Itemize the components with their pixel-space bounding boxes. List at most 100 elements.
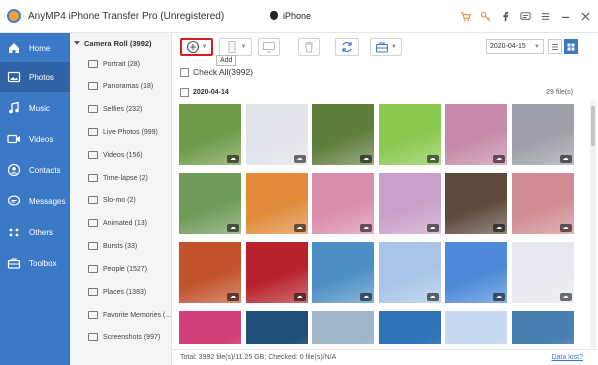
nav-label: Photos <box>29 72 54 82</box>
icloud-icon: ☁ <box>559 293 572 301</box>
nav-item-others[interactable]: Others <box>0 217 70 247</box>
album-item-time-lapse[interactable]: Time-lapse (2) <box>88 170 171 186</box>
export-to-pc-button[interactable] <box>258 38 280 56</box>
date-group-checkbox[interactable] <box>180 88 189 97</box>
camera-roll-header[interactable]: Camera Roll (3992) <box>70 33 171 53</box>
photo-thumbnail[interactable]: ☁ <box>245 173 308 234</box>
nav-item-photos[interactable]: Photos <box>0 62 70 92</box>
album-item-selfies[interactable]: Selfies (232) <box>88 101 171 117</box>
add-button[interactable]: ▼ <box>180 38 213 56</box>
nav-item-home[interactable]: Home <box>0 33 70 63</box>
photo-thumbnail[interactable]: ☁ <box>179 173 241 234</box>
album-item-portrait[interactable]: Portrait (28) <box>88 56 171 72</box>
photo-thumbnail[interactable]: ☁ <box>445 104 507 165</box>
status-bar: Total: 3992 file(s)/11.25 GB; Checked: 0… <box>172 349 598 365</box>
icloud-icon: ☁ <box>293 224 306 232</box>
photo-thumbnail[interactable]: ☁ <box>511 242 574 303</box>
nav-label: Videos <box>29 134 54 144</box>
nav-item-contacts[interactable]: Contacts <box>0 155 70 185</box>
device-name: iPhone <box>283 11 312 21</box>
photo-thumbnail[interactable] <box>245 311 308 344</box>
album-item-videos[interactable]: Videos (156) <box>88 147 171 163</box>
photo-thumbnail[interactable]: ☁ <box>378 173 441 234</box>
phone-export-icon <box>227 40 236 54</box>
photo-thumbnail[interactable]: ☁ <box>245 242 308 303</box>
animated-album-icon <box>88 219 98 227</box>
scrollbar-thumb[interactable] <box>591 106 595 146</box>
photo-thumbnail[interactable] <box>179 311 241 344</box>
album-label: Slo-mo (2) <box>103 196 136 204</box>
photo-thumbnail[interactable]: ☁ <box>179 242 241 303</box>
cart-icon[interactable] <box>458 9 472 23</box>
photo-thumbnail[interactable]: ☁ <box>179 104 241 165</box>
photo-thumbnail[interactable]: ☁ <box>312 173 374 234</box>
export-to-device-button[interactable]: ▼ <box>219 38 252 56</box>
data-lost-link[interactable]: Data lost? <box>551 354 583 361</box>
menu-icon[interactable] <box>538 9 552 23</box>
photo-thumbnail[interactable]: ☁ <box>378 242 441 303</box>
icloud-icon: ☁ <box>493 224 505 232</box>
key-icon[interactable] <box>478 9 492 23</box>
others-icon <box>7 225 21 239</box>
grid-view-button[interactable] <box>564 39 578 54</box>
icloud-icon: ☁ <box>360 155 372 163</box>
facebook-icon[interactable] <box>498 9 512 23</box>
album-label: Favorite Memories (... <box>103 311 172 319</box>
photo-thumbnail[interactable]: ☁ <box>378 104 441 165</box>
album-item-favorite-memories[interactable]: Favorite Memories (... <box>88 307 172 323</box>
photo-thumbnail[interactable]: ☁ <box>445 242 507 303</box>
photo-thumbnail[interactable]: ☁ <box>312 242 374 303</box>
contacts-icon <box>7 163 21 177</box>
album-label: Places (1383) <box>103 288 147 296</box>
check-all-label: Check All(3992) <box>193 67 254 77</box>
camera-roll-label: Camera Roll (3992) <box>84 38 152 48</box>
chat-icon[interactable] <box>518 9 532 23</box>
album-item-places[interactable]: Places (1383) <box>88 284 171 300</box>
collapse-arrow-icon <box>74 41 80 45</box>
trash-icon <box>305 41 313 53</box>
delete-button[interactable] <box>298 38 320 56</box>
icloud-icon: ☁ <box>227 224 239 232</box>
live-photo-album-icon <box>88 128 98 136</box>
album-item-screenshots[interactable]: Screenshots (997) <box>88 329 171 345</box>
nav-item-videos[interactable]: Videos <box>0 124 70 154</box>
album-item-panoramas[interactable]: Panoramas (18) <box>88 78 171 94</box>
refresh-button[interactable] <box>335 38 359 56</box>
icloud-icon: ☁ <box>559 155 572 163</box>
photo-thumbnail[interactable]: ☁ <box>511 104 574 165</box>
photo-thumbnail[interactable]: ☁ <box>245 104 308 165</box>
check-all-checkbox[interactable] <box>180 67 189 77</box>
date-group-label: 2020-04-14 <box>193 89 229 96</box>
nav-item-music[interactable]: Music <box>0 93 70 123</box>
photo-thumbnail[interactable]: ☁ <box>312 104 374 165</box>
album-item-animated[interactable]: Animated (13) <box>88 215 171 231</box>
video-album-icon <box>88 151 98 159</box>
photos-icon <box>7 70 21 84</box>
photo-thumbnail[interactable] <box>378 311 441 344</box>
home-icon <box>7 41 21 55</box>
minimize-icon[interactable] <box>558 9 572 23</box>
list-view-button[interactable] <box>548 39 562 54</box>
check-all[interactable]: Check All(3992) <box>180 67 253 77</box>
photo-grid: ☁ ☁ ☁ ☁ ☁ ☁ ☁ ☁ ☁ ☁ ☁ ☁ ☁ ☁ ☁ ☁ ☁ ☁ <box>179 104 579 344</box>
vertical-scrollbar[interactable] <box>590 100 596 348</box>
album-item-bursts[interactable]: Bursts (33) <box>88 238 171 254</box>
album-label: People (1527) <box>103 265 147 273</box>
photo-thumbnail[interactable]: ☁ <box>511 173 574 234</box>
toolbox-button[interactable]: ▼ <box>370 38 402 56</box>
album-item-live-photos[interactable]: Live Photos (999) <box>88 124 171 140</box>
date-filter-select[interactable]: 2020-04-15 ▼ <box>486 39 544 54</box>
app-logo-icon <box>7 9 21 23</box>
photo-thumbnail[interactable] <box>445 311 507 344</box>
photo-thumbnail[interactable] <box>511 311 574 344</box>
close-icon[interactable] <box>578 9 592 23</box>
photo-thumbnail[interactable] <box>312 311 374 344</box>
memories-album-icon <box>88 311 98 319</box>
nav-item-messages[interactable]: Messages <box>0 186 70 216</box>
photo-thumbnail[interactable]: ☁ <box>445 173 507 234</box>
nav-item-toolbox[interactable]: Toolbox <box>0 248 70 278</box>
album-item-people[interactable]: People (1527) <box>88 261 171 277</box>
album-item-slo-mo[interactable]: Slo-mo (2) <box>88 192 171 208</box>
places-album-icon <box>88 288 98 296</box>
device-selector[interactable]: iPhone <box>270 11 311 21</box>
